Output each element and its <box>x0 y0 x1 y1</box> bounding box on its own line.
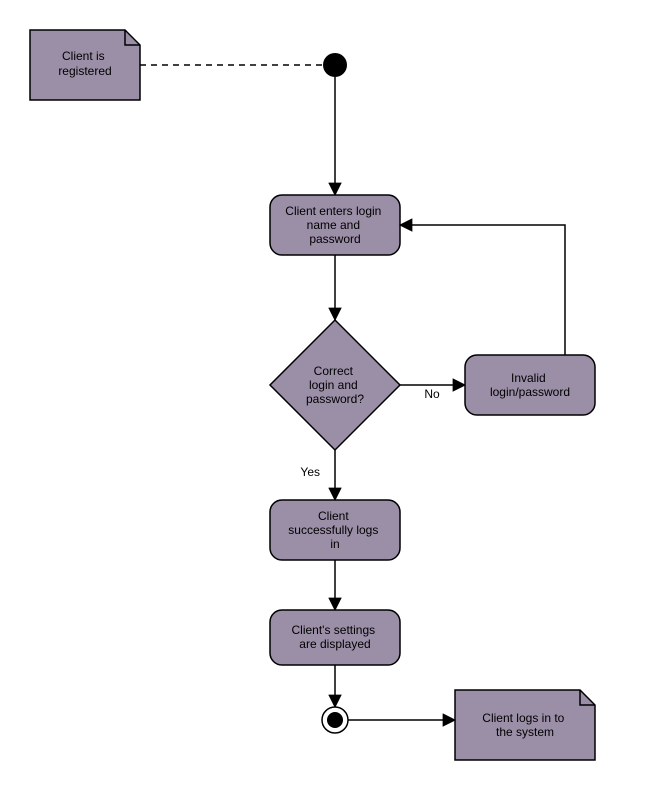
activity-invalid-login: Invalid login/password <box>465 355 595 415</box>
decision-line2: login and <box>309 378 358 392</box>
decision-line1: Correct <box>314 364 354 378</box>
decision-line3: password? <box>306 392 364 406</box>
success-line1: Client <box>318 509 349 523</box>
activity-successful-login: Client successfully logs in <box>270 500 400 560</box>
svg-text:Client's settings are di: Client's settings are displayed <box>291 623 378 651</box>
invalid-line2: login/password <box>490 385 570 399</box>
note-text-line2: registered <box>58 64 111 78</box>
success-line3: in <box>330 537 339 551</box>
success-line2: successfully logs <box>288 523 378 537</box>
enter-creds-line3: password <box>309 232 360 246</box>
svg-text:Client is registered: Client is registered <box>58 49 111 78</box>
enter-creds-line2: name and <box>307 218 360 232</box>
activity-diagram: Client is registered Client enters login… <box>0 0 650 797</box>
initial-node <box>323 53 347 77</box>
activity-settings-displayed: Client's settings are displayed <box>270 610 400 665</box>
enter-creds-line1: Client enters login <box>285 204 381 218</box>
end-note-line2: the system <box>496 725 554 739</box>
settings-line2: are displayed <box>299 637 370 651</box>
edge-invalid-loop <box>400 225 565 355</box>
svg-text:Correct login and: Correct login and password? <box>306 364 364 406</box>
activity-enter-credentials: Client enters login name and password <box>270 195 400 255</box>
edge-label-no: No <box>424 387 440 401</box>
final-node <box>322 707 348 733</box>
invalid-line1: Invalid <box>511 371 546 385</box>
edge-label-yes: Yes <box>300 465 320 479</box>
note-client-logs-in: Client logs in to the system <box>455 690 595 760</box>
note-text-line1: Client is <box>62 49 105 63</box>
settings-line1: Client's settings <box>291 623 375 637</box>
end-note-line1: Client logs in to <box>482 711 564 725</box>
note-client-registered: Client is registered <box>30 30 140 100</box>
decision-correct-login: Correct login and password? <box>270 320 400 450</box>
